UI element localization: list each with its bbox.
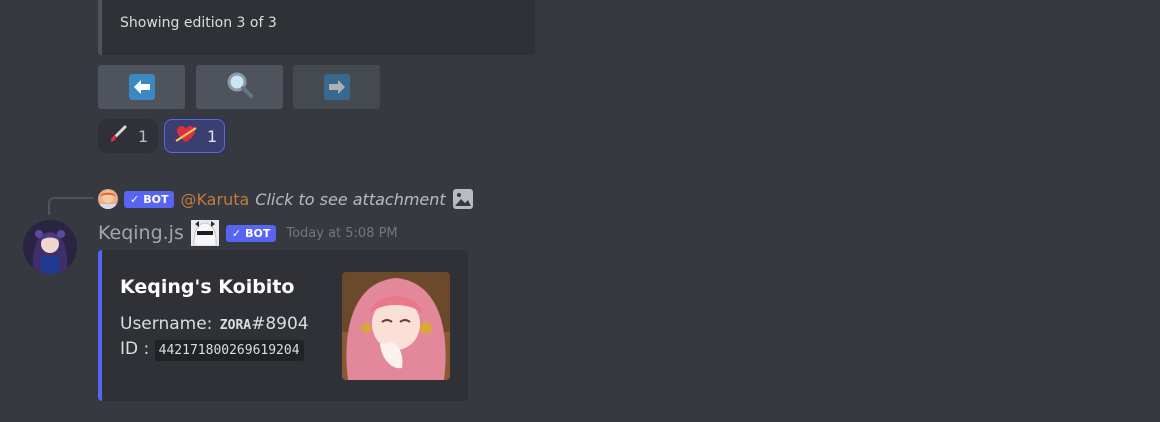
reaction-paintbrush[interactable]: 1 xyxy=(98,119,158,153)
previous-embed: Showing edition 3 of 3 xyxy=(98,0,535,55)
embed-username-tag: #8904 xyxy=(251,314,309,334)
magnifier-icon xyxy=(226,71,254,103)
bot-badge: ✓ BOT xyxy=(225,224,277,242)
replied-user-avatar[interactable] xyxy=(98,189,118,209)
profile-embed: Keqing's Koibito Username: ZORA#8904 ID … xyxy=(98,250,468,401)
embed-id-value: 442171800269619204 xyxy=(154,340,304,361)
previous-button[interactable] xyxy=(98,65,185,109)
image-icon xyxy=(452,188,474,210)
bot-badge: ✓ BOT xyxy=(124,190,175,208)
reply-reference[interactable]: ✓ BOT @Karuta Click to see attachment xyxy=(98,187,474,211)
search-button[interactable] xyxy=(196,65,283,109)
reaction-count: 1 xyxy=(138,126,149,146)
paintbrush-icon xyxy=(108,124,128,148)
reply-mention[interactable]: @Karuta xyxy=(180,190,249,209)
author-badge-emote xyxy=(190,220,219,246)
author-username[interactable]: Keqing.js xyxy=(98,222,184,244)
reply-preview[interactable]: Click to see attachment xyxy=(255,190,445,209)
right-arrow-icon xyxy=(323,74,350,100)
reaction-count: 1 xyxy=(207,126,218,146)
reply-spine xyxy=(48,197,94,215)
checkmark-icon: ✓ xyxy=(231,226,242,240)
left-arrow-icon xyxy=(128,74,155,100)
message-timestamp[interactable]: Today at 5:08 PM xyxy=(286,226,397,241)
checkmark-icon: ✓ xyxy=(130,192,140,206)
message-header: Keqing.js ✓ BOT Today at 5:08 PM xyxy=(98,220,398,246)
embed-title: Keqing's Koibito xyxy=(120,276,295,298)
embed-footer: Showing edition 3 of 3 xyxy=(120,15,277,31)
embed-id-line: ID : 442171800269619204 xyxy=(120,339,304,361)
embed-username-line: Username: ZORA#8904 xyxy=(120,314,309,334)
embed-thumbnail[interactable] xyxy=(342,272,450,380)
reaction-heart-arrow[interactable]: 1 xyxy=(164,119,225,153)
next-button[interactable] xyxy=(293,65,380,109)
heart-arrow-icon xyxy=(175,124,197,148)
author-avatar[interactable] xyxy=(23,220,77,274)
embed-username-name: ZORA xyxy=(219,318,252,333)
